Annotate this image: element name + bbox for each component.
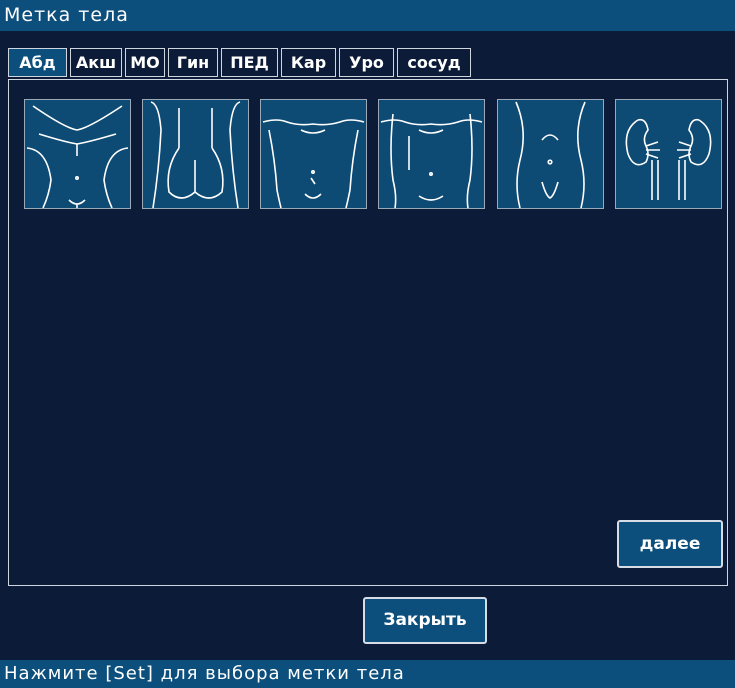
kidneys-icon — [625, 118, 712, 200]
body-mark-item[interactable] — [260, 99, 367, 209]
body-mark-item[interactable] — [497, 99, 604, 209]
tab-urology[interactable]: Уро — [339, 48, 394, 77]
waist-front-icon — [515, 101, 586, 208]
torso-front-alt-icon — [380, 113, 483, 208]
body-mark-dialog: Метка тела Абд Акш МО Гин ПЕД Кар Уро со… — [0, 0, 735, 688]
next-button[interactable]: далее — [617, 520, 723, 568]
tab-gynecology[interactable]: Гин — [168, 48, 218, 77]
window-title: Метка тела — [0, 0, 735, 31]
torso-front-icon — [262, 119, 365, 208]
tab-obstetrics[interactable]: Акш — [70, 48, 122, 77]
body-mark-item[interactable] — [615, 99, 722, 209]
tab-abd[interactable]: Абд — [8, 48, 67, 77]
back-buttocks-icon — [150, 101, 241, 208]
body-mark-item[interactable] — [24, 99, 131, 209]
tab-pediatric[interactable]: ПЕД — [221, 48, 278, 77]
tab-cardiac[interactable]: Кар — [281, 48, 336, 77]
body-mark-item[interactable] — [378, 99, 485, 209]
tab-vascular[interactable]: сосуд — [397, 48, 471, 77]
tab-small-parts[interactable]: МО — [125, 48, 165, 77]
status-bar: Нажмите [Set] для выбора метки тела — [0, 660, 735, 688]
body-mark-item[interactable] — [142, 99, 249, 209]
abdomen-front-icon — [26, 105, 129, 208]
close-button[interactable]: Закрыть — [363, 597, 487, 644]
body-mark-panel — [8, 79, 728, 586]
tab-strip: Абд Акш МО Гин ПЕД Кар Уро сосуд — [8, 48, 728, 78]
